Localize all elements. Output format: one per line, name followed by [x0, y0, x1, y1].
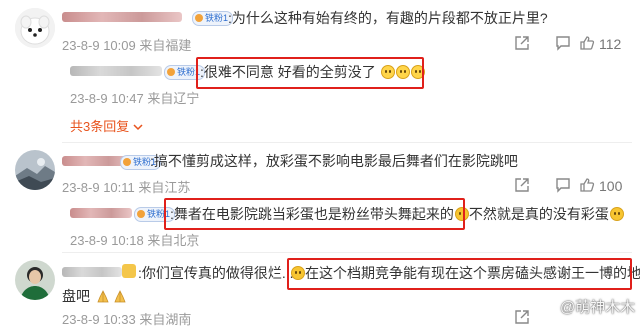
share-icon[interactable] — [514, 309, 530, 325]
share-icon[interactable] — [514, 177, 530, 193]
username-blurred[interactable] — [62, 12, 182, 22]
comment-meta: 23-8-9 10:09 来自福建 — [62, 38, 192, 53]
like-count: 100 — [599, 178, 623, 194]
comment-text: :为什么这种有始有终的，有趣的片段都不放正片里? — [228, 10, 548, 26]
praying-hands-icon — [97, 290, 109, 303]
comment-text: :搞不懂剪成这样，放彩蛋不影响电影最后舞者们在影院跳吧 — [150, 153, 518, 169]
praying-hands-icon — [114, 290, 126, 303]
comment-text-before: :你们宣传真的做得很烂... — [138, 265, 294, 281]
fan-badge-icon — [123, 158, 131, 166]
expand-replies-link[interactable]: 共3条回复 — [70, 116, 143, 135]
comment-icon[interactable] — [555, 35, 571, 51]
reply-username-blurred[interactable] — [70, 208, 132, 218]
comment-text: :你们宣传真的做得很烂... — [138, 264, 294, 282]
avatar-user[interactable] — [15, 260, 55, 300]
like-icon[interactable] — [579, 35, 595, 51]
highlight-box — [196, 57, 424, 89]
comment-icon[interactable] — [555, 177, 571, 193]
share-icon[interactable] — [514, 35, 530, 51]
avatar-user[interactable] — [15, 150, 55, 190]
watermark: @萌神木木 — [560, 299, 636, 316]
like-count: 112 — [599, 36, 622, 52]
expand-replies-label: 共3条回复 — [70, 119, 130, 134]
fan-badge-icon — [137, 210, 145, 218]
divider — [62, 142, 632, 143]
comment-meta: 23-8-9 10:11 来自江苏 — [62, 180, 191, 195]
reply-meta: 23-8-9 10:47 来自辽宁 — [70, 91, 200, 106]
smile-emoji-icon — [609, 207, 624, 221]
user-badge-icon — [122, 264, 136, 278]
chevron-down-icon — [133, 124, 143, 131]
fan-badge: 铁粉1 — [192, 11, 234, 26]
like-icon[interactable] — [579, 177, 595, 193]
username-blurred[interactable] — [62, 267, 122, 277]
avatar-dog[interactable] — [15, 8, 55, 48]
comment-text-line2-content: 盘吧 — [62, 288, 90, 304]
reply-meta: 23-8-9 10:18 来自北京 — [70, 233, 200, 248]
divider — [62, 252, 632, 253]
highlight-box — [287, 258, 632, 290]
comment-meta: 23-8-9 10:33 来自湖南 — [62, 312, 192, 327]
fan-badge-icon — [167, 68, 175, 76]
comment-text-line2: 盘吧 — [62, 287, 128, 305]
fan-badge-icon — [195, 14, 203, 22]
highlight-box — [164, 198, 465, 230]
reply-text-after: 不然就是真的没有彩蛋 — [468, 206, 609, 222]
reply-username-blurred[interactable] — [70, 66, 162, 76]
fan-badge-label: 铁粉1 — [205, 13, 229, 23]
